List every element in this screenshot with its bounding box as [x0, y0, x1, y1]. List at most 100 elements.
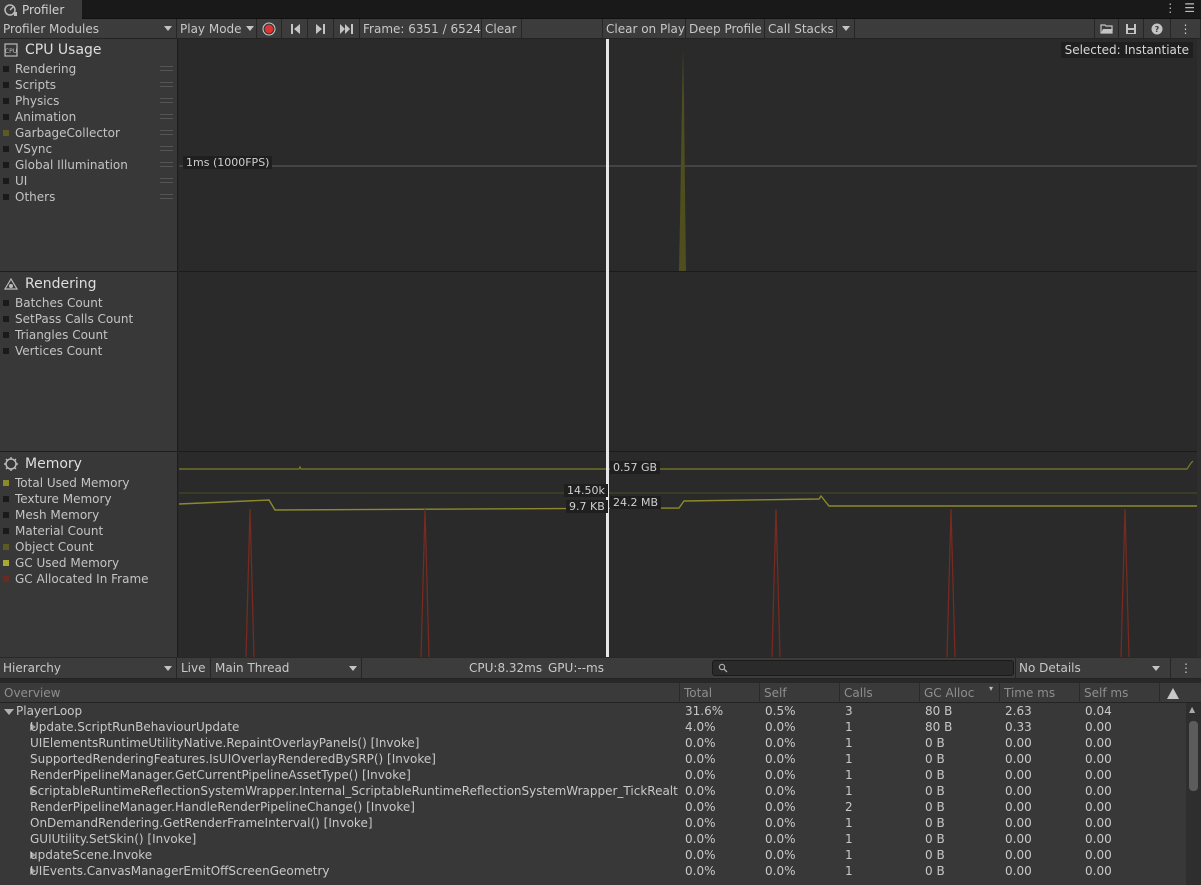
cell-time-ms: 0.00 — [1005, 816, 1032, 830]
window-menu-icon[interactable]: ☰ — [1184, 1, 1195, 15]
legend-item[interactable]: VSync — [0, 141, 178, 157]
call-stacks-dropdown[interactable] — [837, 19, 855, 38]
expand-open-icon[interactable] — [4, 709, 14, 715]
table-row[interactable]: UIElementsRuntimeUtilityNative.RepaintOv… — [0, 735, 1186, 751]
column-gc-alloc[interactable]: GC Alloc ▾ — [919, 683, 999, 703]
drag-handle-icon[interactable] — [160, 82, 173, 87]
cpu-usage-module[interactable]: CPU CPU Usage Rendering Scripts Physics Ani… — [0, 39, 178, 272]
legend-item[interactable]: Mesh Memory — [0, 507, 178, 523]
rendering-legend: Batches Count SetPass Calls Count Triangle… — [0, 295, 178, 359]
rendering-graph-background[interactable] — [179, 272, 1197, 451]
details-options-button[interactable]: ⋮ — [1170, 658, 1201, 678]
view-type-dropdown[interactable]: Hierarchy — [0, 658, 177, 678]
rendering-header[interactable]: Rendering — [0, 273, 178, 295]
legend-item[interactable]: Animation — [0, 109, 178, 125]
memory-header[interactable]: Memory — [0, 453, 178, 475]
legend-item[interactable]: Total Used Memory — [0, 475, 178, 491]
cpu-graph-background[interactable] — [179, 39, 1197, 271]
cell-name: UIEvents.CanvasManagerEmitOffScreenGeome… — [30, 864, 330, 878]
table-row[interactable]: ScriptableRuntimeReflectionSystemWrapper… — [0, 783, 1186, 799]
table-row[interactable]: RenderPipelineManager.GetCurrentPipeline… — [0, 767, 1186, 783]
cell-total: 4.0% — [685, 720, 716, 734]
legend-item[interactable]: GC Allocated In Frame — [0, 571, 178, 587]
table-row[interactable]: PlayerLoop 31.6% 0.5% 3 80 B 2.63 0.04 — [0, 703, 1186, 719]
drag-handle-icon[interactable] — [160, 66, 173, 71]
clear-on-play-toggle[interactable]: Clear on Play — [602, 19, 686, 38]
column-time-ms[interactable]: Time ms — [999, 683, 1079, 703]
settings-menu-button[interactable]: ⋮ — [1171, 19, 1201, 38]
drag-handle-icon[interactable] — [160, 114, 173, 119]
call-stacks-toggle[interactable]: Call Stacks — [765, 19, 837, 38]
legend-item[interactable]: Texture Memory — [0, 491, 178, 507]
drag-handle-icon[interactable] — [160, 194, 173, 199]
legend-item[interactable]: Object Count — [0, 539, 178, 555]
legend-item[interactable]: GC Used Memory — [0, 555, 178, 571]
table-row[interactable]: updateScene.Invoke 0.0% 0.0% 1 0 B 0.00 0.00 — [0, 847, 1186, 863]
hierarchy-scrollbar[interactable]: ▲ — [1186, 703, 1201, 885]
memory-module[interactable]: Memory Total Used Memory Texture Memory Me… — [0, 452, 178, 657]
column-overview[interactable]: Overview — [0, 683, 679, 703]
table-row[interactable]: UIEvents.CanvasManagerEmitOffScreenGeome… — [0, 863, 1186, 879]
cell-self-ms: 0.00 — [1085, 816, 1112, 830]
drag-handle-icon[interactable] — [160, 146, 173, 151]
drag-handle-icon[interactable] — [160, 98, 173, 103]
table-row[interactable]: Update.ScriptRunBehaviourUpdate 4.0% 0.0% 1… — [0, 719, 1186, 735]
cell-name: RenderPipelineManager.HandleRenderPipeli… — [30, 800, 415, 814]
drag-handle-icon[interactable] — [160, 162, 173, 167]
legend-item[interactable]: Physics — [0, 93, 178, 109]
table-row[interactable]: RenderPipelineManager.HandleRenderPipeli… — [0, 799, 1186, 815]
warning-column[interactable] — [1159, 683, 1186, 703]
selected-frame-cursor[interactable] — [606, 39, 609, 657]
legend-item[interactable]: SetPass Calls Count — [0, 311, 178, 327]
thread-dropdown[interactable]: Main Thread — [212, 658, 362, 678]
legend-item[interactable]: Triangles Count — [0, 327, 178, 343]
column-self[interactable]: Self — [759, 683, 839, 703]
clear-button[interactable]: Clear — [482, 19, 522, 38]
play-mode-dropdown[interactable]: Play Mode — [177, 19, 257, 38]
profiler-tab[interactable]: Profiler — [0, 0, 82, 19]
cell-name: RenderPipelineManager.GetCurrentPipeline… — [30, 768, 411, 782]
deep-profile-toggle[interactable]: Deep Profile — [686, 19, 765, 38]
column-calls[interactable]: Calls — [839, 683, 919, 703]
save-button[interactable] — [1119, 19, 1144, 38]
help-button[interactable]: ? — [1144, 19, 1171, 38]
rendering-module[interactable]: Rendering Batches Count SetPass Calls Cou… — [0, 272, 178, 452]
next-frame-button[interactable] — [308, 19, 334, 38]
table-row[interactable]: GUIUtility.SetSkin() [Invoke] 0.0% 0.0% 1 0 … — [0, 831, 1186, 847]
scroll-up-icon[interactable]: ▲ — [1189, 705, 1195, 714]
previous-frame-button[interactable] — [282, 19, 308, 38]
legend-item[interactable]: GarbageCollector — [0, 125, 178, 141]
current-frame-button[interactable] — [334, 19, 360, 38]
chevron-down-icon — [841, 26, 850, 31]
cell-total: 0.0% — [685, 864, 716, 878]
profiler-modules-dropdown[interactable]: Profiler Modules — [0, 19, 177, 38]
table-row[interactable]: SupportedRenderingFeatures.IsUIOverlayRe… — [0, 751, 1186, 767]
memory-graph-background[interactable] — [179, 452, 1197, 657]
legend-color-swatch — [3, 528, 9, 534]
scrollbar-thumb[interactable] — [1189, 721, 1198, 791]
column-self-ms[interactable]: Self ms — [1079, 683, 1159, 703]
legend-item[interactable]: Material Count — [0, 523, 178, 539]
legend-item[interactable]: Scripts — [0, 77, 178, 93]
drag-handle-icon[interactable] — [160, 130, 173, 135]
legend-item[interactable]: Vertices Count — [0, 343, 178, 359]
hierarchy-tree[interactable]: PlayerLoop 31.6% 0.5% 3 80 B 2.63 0.04 Update.S… — [0, 703, 1186, 885]
search-input[interactable] — [712, 660, 1014, 676]
drag-handle-icon[interactable] — [160, 178, 173, 183]
live-toggle[interactable]: Live — [178, 658, 211, 678]
load-button[interactable] — [1094, 19, 1119, 38]
cpu-usage-header[interactable]: CPU CPU Usage — [0, 39, 178, 61]
details-dropdown[interactable]: No Details — [1015, 658, 1166, 678]
legend-item[interactable]: Batches Count — [0, 295, 178, 311]
record-button[interactable] — [257, 19, 282, 38]
more-options-icon[interactable]: ⋮ — [1164, 1, 1176, 15]
legend-item[interactable]: UI — [0, 173, 178, 189]
profiler-graph-area[interactable]: Selected: Instantiate 1ms (1000FPS) 0.57… — [178, 39, 1197, 658]
legend-item[interactable]: Global Illumination — [0, 157, 178, 173]
profiler-graphs[interactable] — [178, 39, 1197, 658]
cell-time-ms: 0.00 — [1005, 832, 1032, 846]
column-total[interactable]: Total — [679, 683, 759, 703]
table-row[interactable]: OnDemandRendering.GetRenderFrameInterval… — [0, 815, 1186, 831]
legend-item[interactable]: Rendering — [0, 61, 178, 77]
legend-item[interactable]: Others — [0, 189, 178, 205]
